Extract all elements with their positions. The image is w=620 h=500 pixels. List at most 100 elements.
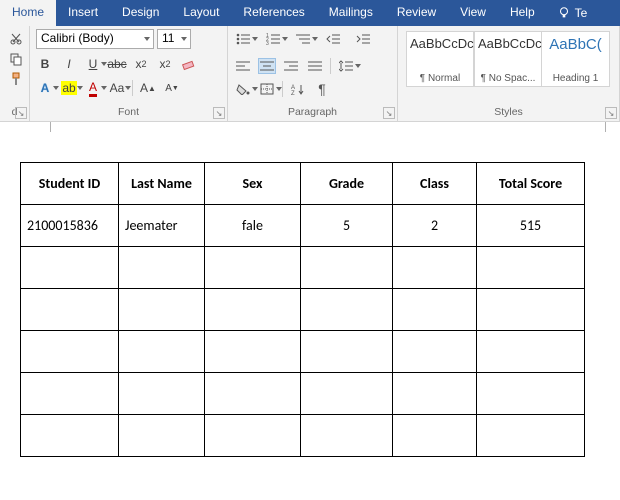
bold-button[interactable]: B bbox=[36, 55, 54, 73]
justify-button[interactable] bbox=[306, 58, 324, 74]
ruler[interactable] bbox=[10, 122, 610, 136]
clipboard-launcher[interactable]: ↘ bbox=[15, 107, 27, 119]
cell[interactable] bbox=[21, 373, 119, 415]
cell[interactable]: 2 bbox=[393, 205, 477, 247]
cell[interactable] bbox=[301, 415, 393, 457]
table-row[interactable]: 2100015836 Jeemater fale 5 2 515 bbox=[21, 205, 585, 247]
cell[interactable] bbox=[393, 289, 477, 331]
show-marks-button[interactable]: ¶ bbox=[313, 81, 331, 97]
tab-home[interactable]: Home bbox=[0, 0, 56, 26]
cut-button[interactable] bbox=[8, 31, 24, 47]
cell[interactable] bbox=[393, 415, 477, 457]
align-right-button[interactable] bbox=[282, 58, 300, 74]
strikethrough-button[interactable]: abc bbox=[108, 55, 126, 73]
grow-font-button[interactable]: A▲ bbox=[139, 79, 157, 97]
tab-design[interactable]: Design bbox=[110, 0, 171, 26]
multilevel-list-button[interactable] bbox=[294, 31, 312, 47]
table-row[interactable] bbox=[21, 247, 585, 289]
cell[interactable] bbox=[21, 415, 119, 457]
cell[interactable] bbox=[477, 289, 585, 331]
table-row[interactable] bbox=[21, 373, 585, 415]
font-size-select[interactable]: 11 bbox=[157, 29, 191, 49]
styles-launcher[interactable]: ↘ bbox=[605, 107, 617, 119]
cell[interactable] bbox=[301, 289, 393, 331]
cell[interactable] bbox=[477, 373, 585, 415]
cell[interactable] bbox=[205, 289, 301, 331]
cell[interactable] bbox=[205, 373, 301, 415]
cell[interactable] bbox=[477, 331, 585, 373]
line-spacing-button[interactable] bbox=[337, 58, 355, 74]
tab-mailings[interactable]: Mailings bbox=[317, 0, 385, 26]
cell[interactable] bbox=[119, 373, 205, 415]
font-color-button[interactable]: A bbox=[84, 79, 102, 97]
tab-layout[interactable]: Layout bbox=[171, 0, 231, 26]
col-class[interactable]: Class bbox=[393, 163, 477, 205]
page[interactable]: Student ID Last Name Sex Grade Class Tot… bbox=[10, 136, 610, 467]
subscript-button[interactable]: x2 bbox=[132, 55, 150, 73]
sort-button[interactable]: AZ bbox=[289, 81, 307, 97]
cell[interactable] bbox=[301, 373, 393, 415]
tab-insert[interactable]: Insert bbox=[56, 0, 110, 26]
cell[interactable]: 515 bbox=[477, 205, 585, 247]
copy-button[interactable] bbox=[8, 51, 24, 67]
cell[interactable] bbox=[119, 331, 205, 373]
font-name-select[interactable]: Calibri (Body) bbox=[36, 29, 154, 49]
cell[interactable] bbox=[477, 247, 585, 289]
tab-help[interactable]: Help bbox=[498, 0, 547, 26]
cell[interactable] bbox=[21, 247, 119, 289]
italic-button[interactable]: I bbox=[60, 55, 78, 73]
cell[interactable]: fale bbox=[205, 205, 301, 247]
table-row[interactable] bbox=[21, 289, 585, 331]
shading-button[interactable] bbox=[234, 81, 252, 97]
col-last-name[interactable]: Last Name bbox=[119, 163, 205, 205]
numbering-button[interactable]: 123 bbox=[264, 31, 282, 47]
shrink-font-button[interactable]: A▼ bbox=[163, 79, 181, 97]
col-grade[interactable]: Grade bbox=[301, 163, 393, 205]
font-launcher[interactable]: ↘ bbox=[213, 107, 225, 119]
tab-review[interactable]: Review bbox=[385, 0, 448, 26]
cell[interactable] bbox=[119, 289, 205, 331]
tab-view[interactable]: View bbox=[448, 0, 498, 26]
cell[interactable] bbox=[205, 247, 301, 289]
cell[interactable] bbox=[21, 331, 119, 373]
col-total-score[interactable]: Total Score bbox=[477, 163, 585, 205]
text-effects-button[interactable]: A bbox=[36, 79, 54, 97]
col-sex[interactable]: Sex bbox=[205, 163, 301, 205]
table-row[interactable] bbox=[21, 415, 585, 457]
table-row[interactable] bbox=[21, 331, 585, 373]
align-left-button[interactable] bbox=[234, 58, 252, 74]
student-table[interactable]: Student ID Last Name Sex Grade Class Tot… bbox=[20, 162, 585, 457]
increase-indent-button[interactable] bbox=[354, 31, 372, 47]
cell[interactable] bbox=[393, 373, 477, 415]
cell[interactable] bbox=[393, 247, 477, 289]
cell[interactable] bbox=[301, 331, 393, 373]
tab-references[interactable]: References bbox=[231, 0, 316, 26]
underline-button[interactable]: U bbox=[84, 55, 102, 73]
style-no-spacing[interactable]: AaBbCcDc ¶ No Spac... bbox=[474, 31, 542, 87]
cell[interactable] bbox=[119, 415, 205, 457]
clear-formatting-button[interactable] bbox=[180, 55, 198, 73]
cell[interactable] bbox=[21, 289, 119, 331]
style-normal[interactable]: AaBbCcDc ¶ Normal bbox=[406, 31, 474, 87]
superscript-button[interactable]: x2 bbox=[156, 55, 174, 73]
bullets-button[interactable] bbox=[234, 31, 252, 47]
align-center-button[interactable] bbox=[258, 58, 276, 74]
cell[interactable] bbox=[301, 247, 393, 289]
cell[interactable] bbox=[393, 331, 477, 373]
style-heading1[interactable]: AaBbC( Heading 1 bbox=[542, 31, 610, 87]
cell[interactable]: Jeemater bbox=[119, 205, 205, 247]
highlight-button[interactable]: ab bbox=[60, 79, 78, 97]
cell[interactable] bbox=[205, 331, 301, 373]
cell[interactable] bbox=[205, 415, 301, 457]
borders-button[interactable] bbox=[258, 81, 276, 97]
cell[interactable] bbox=[119, 247, 205, 289]
paragraph-launcher[interactable]: ↘ bbox=[383, 107, 395, 119]
cell[interactable] bbox=[477, 415, 585, 457]
cell[interactable]: 2100015836 bbox=[21, 205, 119, 247]
tell-me[interactable]: Te bbox=[547, 0, 594, 26]
cell[interactable]: 5 bbox=[301, 205, 393, 247]
decrease-indent-button[interactable] bbox=[324, 31, 342, 47]
change-case-button[interactable]: Aa bbox=[108, 79, 126, 97]
format-painter-button[interactable] bbox=[8, 71, 24, 87]
col-student-id[interactable]: Student ID bbox=[21, 163, 119, 205]
